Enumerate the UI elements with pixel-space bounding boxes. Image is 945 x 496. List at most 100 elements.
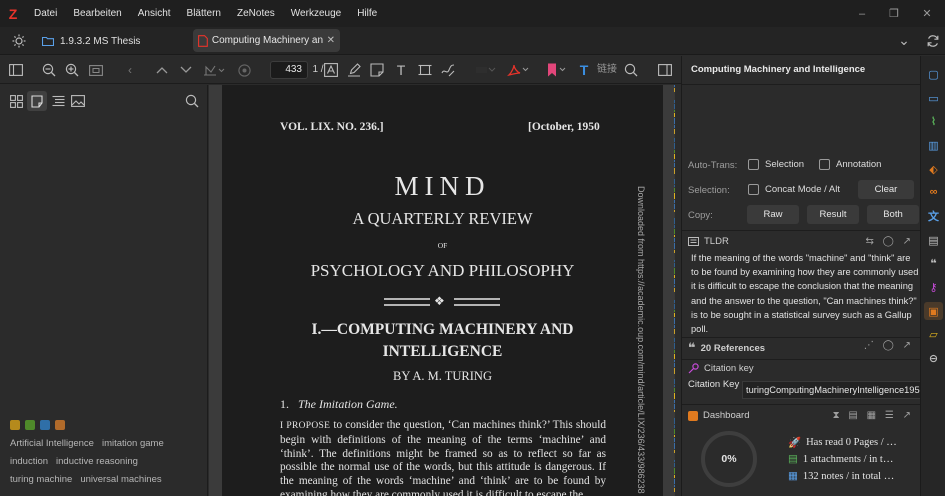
notes-tab-icon[interactable]: ▱ xyxy=(924,325,943,343)
tag-color-swatch[interactable] xyxy=(40,420,50,430)
area-select-icon[interactable] xyxy=(417,62,433,78)
download-note: Downloaded from https://academic.oup.com… xyxy=(636,186,646,496)
references-header[interactable]: ❝ 20 References xyxy=(688,340,765,356)
dashboard-header[interactable]: Dashboard xyxy=(688,410,749,421)
search-icon[interactable] xyxy=(623,62,639,78)
images-icon[interactable] xyxy=(70,93,86,109)
restore-button[interactable]: ❐ xyxy=(878,0,910,27)
sun-icon[interactable] xyxy=(11,33,27,49)
key-icon xyxy=(688,363,699,374)
citation-key-input[interactable]: turingComputingMachineryIntelligence1950 xyxy=(742,381,921,399)
tag-item[interactable]: universal machines xyxy=(80,474,161,486)
dash-row-read: 🚀 Has read 0 Pages / … xyxy=(788,436,897,449)
menu-edit[interactable]: Bearbeiten xyxy=(65,8,129,19)
heat-strip-band xyxy=(674,129,675,134)
menu-view[interactable]: Ansicht xyxy=(130,8,179,19)
zoom-out-icon[interactable] xyxy=(41,62,57,78)
menu-help[interactable]: Hilfe xyxy=(349,8,385,19)
heat-strip-band xyxy=(674,118,675,124)
tab-document[interactable]: Computing Machinery and Intelligence ✕ xyxy=(193,29,340,52)
heat-strip-band xyxy=(674,443,675,449)
library-tab-icon[interactable]: ▥ xyxy=(924,136,943,154)
text-tool-icon[interactable]: T xyxy=(393,62,409,78)
citation-key-header[interactable]: Citation key xyxy=(688,363,754,374)
selection-checkbox[interactable]: Selection xyxy=(748,159,804,170)
tag-item[interactable]: turing machine xyxy=(10,474,72,486)
attachments-tab-icon[interactable]: ⌇ xyxy=(924,112,943,130)
minimize-button[interactable]: – xyxy=(846,0,878,27)
tag-item[interactable]: Artificial Intelligence xyxy=(10,438,94,450)
sidebar-toggle-icon[interactable] xyxy=(8,63,24,77)
tag-item[interactable]: induction xyxy=(10,456,48,468)
locate-tab-icon[interactable]: ⊖ xyxy=(924,349,943,367)
copy-result-button[interactable]: Result xyxy=(807,205,859,224)
dashboard-tab-icon[interactable]: ▣ xyxy=(924,302,943,320)
tag-color-swatch[interactable] xyxy=(10,420,20,430)
clear-button[interactable]: Clear xyxy=(858,180,914,199)
dash-row-attachments-text: 1 attachments / in t… xyxy=(802,453,894,465)
tag-color-swatch[interactable] xyxy=(55,420,65,430)
sidebar-search-icon[interactable] xyxy=(184,93,200,109)
citation-key-tab-icon[interactable]: ⚷ xyxy=(924,278,943,296)
note-icon[interactable] xyxy=(369,62,385,78)
tldr-header[interactable]: TLDR xyxy=(688,236,729,247)
tag-color-swatch[interactable] xyxy=(25,420,35,430)
heat-strip-band xyxy=(674,354,675,359)
close-tab-icon[interactable]: ✕ xyxy=(327,35,335,46)
chevron-down-icon[interactable]: ⌄ xyxy=(896,32,912,48)
tag-color-swatches xyxy=(10,420,65,430)
context-pane-toggle-icon[interactable] xyxy=(657,63,673,77)
annotation-heatmap-strip[interactable] xyxy=(674,85,675,496)
thumbnails-icon[interactable] xyxy=(8,93,24,109)
page-up-icon[interactable] xyxy=(154,62,170,78)
copy-both-button[interactable]: Both xyxy=(867,205,919,224)
acrobat-icon[interactable] xyxy=(506,62,530,78)
annotation-type-icon[interactable] xyxy=(202,62,226,78)
menu-file[interactable]: Datei xyxy=(26,8,65,19)
references-tab-icon[interactable]: ❝ xyxy=(924,254,943,272)
tag-item[interactable]: inductive reasoning xyxy=(56,456,138,468)
abstract-tab-icon[interactable]: ▭ xyxy=(924,89,943,107)
heat-strip-band xyxy=(674,143,675,149)
dashboard-actions-icon[interactable]: ⧗ ▤ ▦ ☰ ↗ xyxy=(833,410,914,421)
outline-icon[interactable] xyxy=(50,93,66,109)
font-icon[interactable] xyxy=(323,62,339,78)
tab-library[interactable]: 1.9.3.2 MS Thesis xyxy=(42,32,140,50)
translate-tab-icon[interactable]: 文 xyxy=(924,207,943,225)
related-tab-icon[interactable]: ∞ xyxy=(924,183,943,201)
annotation-checkbox[interactable]: Annotation xyxy=(819,159,881,170)
back-icon[interactable]: ‹ xyxy=(122,62,138,78)
annotations-view-icon[interactable] xyxy=(27,91,47,111)
concat-mode-checkbox[interactable]: Concat Mode / Alt xyxy=(748,184,840,195)
highlight-icon[interactable] xyxy=(346,62,362,78)
tldr-actions-icon[interactable]: ⇆ ◯ ↗ xyxy=(865,236,914,247)
close-window-button[interactable]: ✕ xyxy=(911,0,943,27)
palette-icon[interactable] xyxy=(236,62,252,78)
references-actions-icon[interactable]: ⋰ ◯ ↗ xyxy=(864,340,914,351)
fit-page-icon[interactable] xyxy=(88,63,104,77)
zoom-in-icon[interactable] xyxy=(64,62,80,78)
sync-icon[interactable] xyxy=(925,33,941,49)
color-picker-icon[interactable] xyxy=(476,65,496,75)
menu-tools[interactable]: Werkzeuge xyxy=(283,8,349,19)
page-number-input[interactable]: 433 xyxy=(270,61,308,79)
bookmark-icon[interactable] xyxy=(544,62,570,78)
heat-strip-band xyxy=(674,225,675,228)
translate-t-icon[interactable]: T xyxy=(576,62,592,78)
paperclip-icon: ▤ xyxy=(788,454,798,465)
tags-tab-icon[interactable]: ⬖ xyxy=(924,160,943,178)
tag-item[interactable]: imitation game xyxy=(102,438,164,450)
ink-icon[interactable] xyxy=(440,62,456,78)
page-down-icon[interactable] xyxy=(178,62,194,78)
rocket-icon: 🚀 xyxy=(788,438,802,449)
info-tab-icon[interactable]: ▢ xyxy=(924,65,943,83)
copy-raw-button[interactable]: Raw xyxy=(747,205,799,224)
tab-bar: 1.9.3.2 MS Thesis Computing Machinery an… xyxy=(0,27,945,55)
menu-browse[interactable]: Blättern xyxy=(179,8,229,19)
link-button[interactable]: 链接 xyxy=(596,63,618,77)
tldr-tab-icon[interactable]: ▤ xyxy=(924,231,943,249)
pdf-viewer[interactable]: VOL. LIX. NO. 236.] [October, 1950 MIND … xyxy=(209,85,675,496)
notes-icon: ▦ xyxy=(788,471,798,482)
menu-zenotes[interactable]: ZeNotes xyxy=(229,8,283,19)
heat-strip-band xyxy=(674,163,675,167)
